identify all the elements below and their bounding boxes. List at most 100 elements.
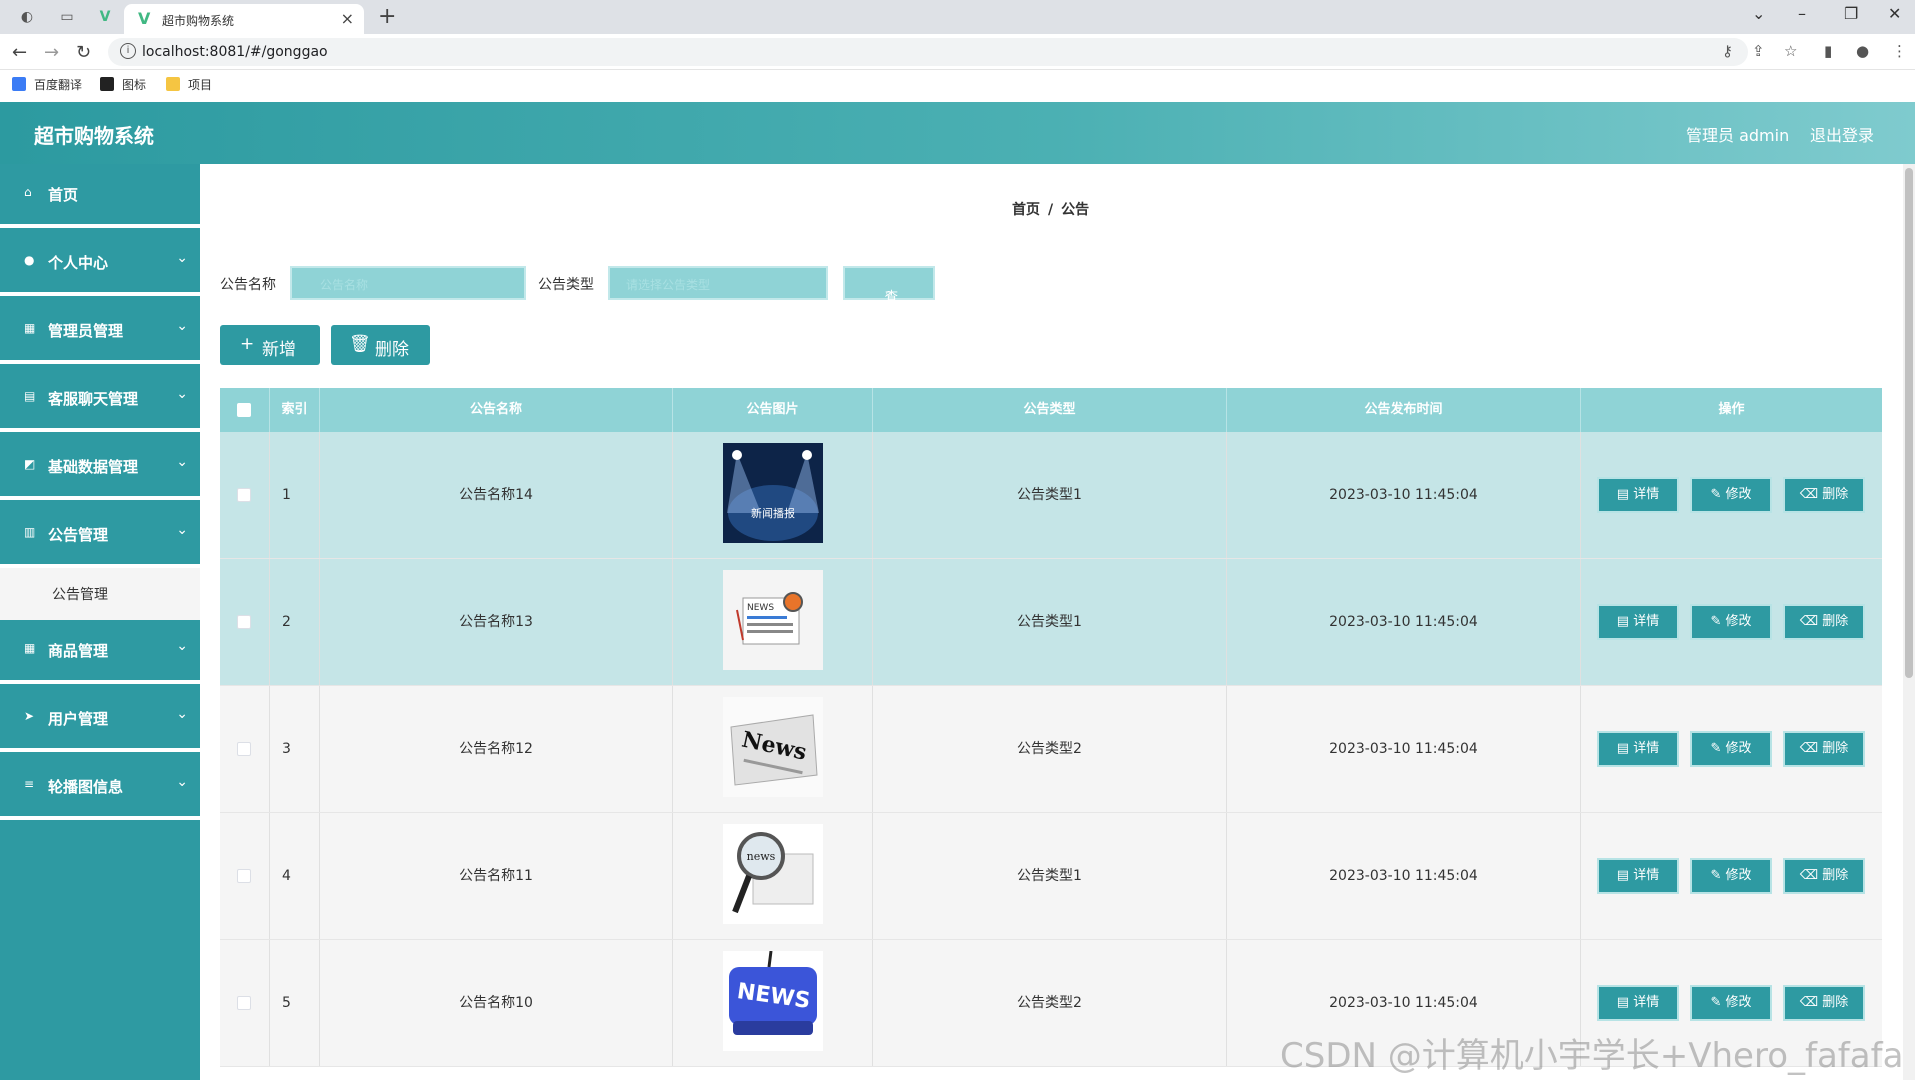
delete-button[interactable]: ⌫ 删除: [1783, 604, 1865, 640]
news-text-image[interactable]: News: [723, 697, 823, 797]
select-all-checkbox[interactable]: [237, 403, 251, 417]
delete-label: 删除: [1822, 995, 1849, 1010]
address-bar: ← → ↻ i localhost:8081/#/gonggao ⚷ ⇪ ☆ ▮…: [0, 34, 1915, 70]
active-tab[interactable]: V 超市购物系统 ×: [124, 4, 364, 34]
send-icon: ➤: [24, 709, 35, 723]
table-row[interactable]: 2 公告名称13 NEWS 公告类型1 2023-03-10 11:45:04 …: [220, 559, 1882, 686]
sidebar-item-admins[interactable]: ▦ 管理员管理 ⌄: [0, 300, 200, 364]
folder-icon: [166, 77, 180, 91]
vertical-scrollbar[interactable]: [1903, 164, 1915, 1080]
row-checkbox[interactable]: [237, 742, 251, 756]
menu-dots-icon[interactable]: ⋮: [1892, 42, 1907, 60]
close-icon[interactable]: ×: [341, 9, 354, 28]
add-button[interactable]: + 新增: [220, 325, 320, 365]
restore-icon[interactable]: ❐: [1844, 4, 1858, 23]
notice-table: 索引 公告名称 公告图片 公告类型 公告发布时间 操作 1 公告名称14 新闻播…: [220, 388, 1882, 1067]
row-checkbox[interactable]: [237, 869, 251, 883]
notice-type-select[interactable]: 请选择公告类型: [608, 266, 828, 300]
time-cell: 2023-03-10 11:45:04: [1227, 813, 1581, 939]
current-user-label: 管理员 admin: [1686, 126, 1790, 145]
row-checkbox[interactable]: [237, 488, 251, 502]
batch-delete-button[interactable]: 🗑 删除: [331, 325, 430, 365]
detail-button[interactable]: ▤ 详情: [1597, 604, 1679, 640]
bookmark-item[interactable]: 图标: [100, 76, 146, 94]
type-cell: 公告类型2: [873, 940, 1227, 1066]
star-icon[interactable]: ☆: [1784, 42, 1797, 60]
edit-button[interactable]: ✎ 修改: [1690, 731, 1772, 767]
image-cell: News: [673, 686, 873, 812]
detail-button[interactable]: ▤ 详情: [1597, 731, 1679, 767]
close-window-icon[interactable]: ✕: [1888, 4, 1901, 23]
notice-name-input[interactable]: 公告名称: [290, 266, 526, 300]
table-row[interactable]: 3 公告名称12 News 公告类型2 2023-03-10 11:45:04 …: [220, 686, 1882, 813]
translate-icon: [12, 77, 26, 91]
index-cell: 2: [270, 559, 320, 685]
reload-icon[interactable]: ↻: [76, 42, 91, 63]
query-button[interactable]: 查询 ⌕: [843, 266, 935, 324]
detail-button[interactable]: ▤ 详情: [1597, 858, 1679, 894]
new-tab-icon[interactable]: +: [378, 4, 396, 29]
bookmark-item[interactable]: 项目: [166, 76, 212, 94]
sidebar-item-users[interactable]: ➤ 用户管理 ⌄: [0, 688, 200, 752]
table-row[interactable]: 1 公告名称14 新闻播报 公告类型1 2023-03-10 11:45:04 …: [220, 432, 1882, 559]
delete-label: 删除: [1822, 741, 1849, 756]
share-icon[interactable]: ⇪: [1752, 42, 1765, 60]
sidebar-item-products[interactable]: ▦ 商品管理 ⌄: [0, 620, 200, 684]
scrollbar-thumb[interactable]: [1905, 168, 1913, 678]
url-text[interactable]: localhost:8081/#/gonggao: [142, 44, 328, 60]
tab-favicon-icon[interactable]: ▭: [58, 8, 76, 26]
vue-favicon-icon: V: [138, 9, 151, 28]
sidebar-item-profile[interactable]: ● 个人中心 ⌄: [0, 232, 200, 296]
delete-label: 删除: [1822, 614, 1849, 629]
sidebar-item-chat[interactable]: ▤ 客服聊天管理 ⌄: [0, 368, 200, 432]
sidebar-item-basedata[interactable]: ◩ 基础数据管理 ⌄: [0, 436, 200, 500]
delete-button[interactable]: ⌫ 删除: [1783, 731, 1865, 767]
news-stage-image[interactable]: 新闻播报: [723, 443, 823, 543]
chevron-down-icon[interactable]: ⌄: [1752, 4, 1765, 23]
name-cell: 公告名称14: [320, 432, 673, 558]
row-checkbox[interactable]: [237, 996, 251, 1010]
row-checkbox[interactable]: [237, 615, 251, 629]
submenu-notice-manage[interactable]: 公告管理: [0, 568, 200, 620]
doc-icon: ▤: [1616, 487, 1630, 502]
delete-button[interactable]: ⌫ 删除: [1783, 858, 1865, 894]
trash-icon: 🗑: [349, 334, 371, 354]
edit-button[interactable]: ✎ 修改: [1690, 985, 1772, 1021]
forward-icon[interactable]: →: [44, 42, 59, 63]
delete-label: 删除: [1822, 868, 1849, 883]
edit-button[interactable]: ✎ 修改: [1690, 477, 1772, 513]
info-icon[interactable]: i: [120, 43, 136, 59]
add-label: 新增: [262, 340, 296, 360]
doc-icon: ▤: [1616, 868, 1630, 883]
detail-label: 详情: [1633, 868, 1660, 883]
url-field[interactable]: i localhost:8081/#/gonggao: [108, 38, 1748, 66]
back-icon[interactable]: ←: [12, 42, 27, 63]
minimize-icon[interactable]: –: [1798, 4, 1806, 23]
sidebar-item-carousel[interactable]: ≡ 轮播图信息 ⌄: [0, 756, 200, 820]
news-key-image[interactable]: NEWS: [723, 951, 823, 1051]
news-paper-image[interactable]: NEWS: [723, 570, 823, 670]
detail-button[interactable]: ▤ 详情: [1597, 985, 1679, 1021]
type-cell: 公告类型1: [873, 559, 1227, 685]
key-icon[interactable]: ⚷: [1722, 42, 1733, 60]
edit-icon: ✎: [1710, 868, 1722, 883]
tab-favicon-icon[interactable]: ◐: [18, 8, 36, 26]
bookmark-item[interactable]: 百度翻译: [12, 76, 82, 94]
edit-button[interactable]: ✎ 修改: [1690, 858, 1772, 894]
delete-button[interactable]: ⌫ 删除: [1783, 985, 1865, 1021]
delete-button[interactable]: ⌫ 删除: [1783, 477, 1865, 513]
detail-button[interactable]: ▤ 详情: [1597, 477, 1679, 513]
profile-icon[interactable]: ●: [1856, 42, 1869, 60]
news-magnifier-image[interactable]: news: [723, 824, 823, 924]
sidebar-item-home[interactable]: ⌂ 首页: [0, 164, 200, 228]
logout-link[interactable]: 退出登录: [1810, 122, 1874, 146]
table-row[interactable]: 4 公告名称11 news 公告类型1 2023-03-10 11:45:04 …: [220, 813, 1882, 940]
sidebar-item-label: 基础数据管理: [48, 458, 139, 476]
breadcrumb-home[interactable]: 首页: [1012, 202, 1040, 218]
actions-cell: ▤ 详情 ✎ 修改 ⌫ 删除: [1581, 813, 1882, 939]
vue-favicon-icon[interactable]: V: [96, 8, 114, 26]
sidebar-item-notices[interactable]: ▥ 公告管理 ⌄: [0, 504, 200, 568]
edit-icon: ✎: [1710, 614, 1722, 629]
edit-button[interactable]: ✎ 修改: [1690, 604, 1772, 640]
sidepanel-icon[interactable]: ▮: [1824, 42, 1832, 60]
